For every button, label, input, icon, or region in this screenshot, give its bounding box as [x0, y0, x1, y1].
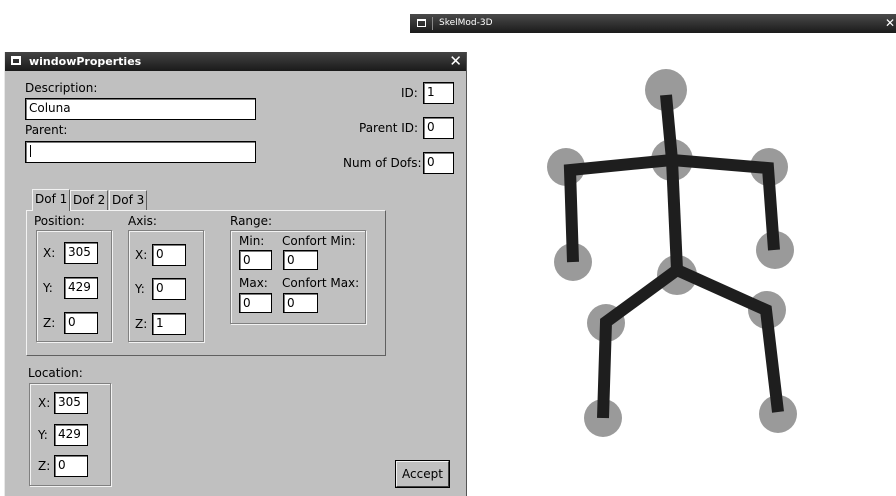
position-x-field[interactable]: 305 — [64, 242, 98, 264]
accept-button[interactable]: Accept — [396, 461, 449, 487]
parent-field[interactable] — [25, 141, 256, 163]
location-group: X: 305 Y: 429 Z: 0 — [29, 383, 111, 486]
position-y-label: Y: — [43, 281, 53, 295]
location-z-field[interactable]: 0 — [54, 455, 88, 477]
position-y-field[interactable]: 429 — [64, 277, 98, 299]
location-x-field[interactable]: 305 — [54, 392, 88, 414]
id-field[interactable]: 1 — [423, 82, 454, 104]
titlebar-separator — [432, 17, 433, 30]
bone-spine[interactable] — [666, 159, 683, 271]
axis-y-field[interactable]: 0 — [152, 278, 186, 300]
bone-left-arm[interactable] — [563, 154, 673, 263]
position-z-label: Z: — [43, 316, 56, 330]
tab-dof-1[interactable]: Dof 1 — [32, 189, 71, 211]
bone-left-leg[interactable] — [597, 265, 681, 419]
axis-group: X: 0 Y: 0 Z: 1 — [128, 230, 204, 342]
window-menu-icon[interactable] — [417, 19, 426, 27]
range-confort-max-field[interactable]: 0 — [283, 293, 318, 313]
axis-z-label: Z: — [135, 317, 148, 331]
bones — [563, 94, 784, 419]
parent-id-field[interactable]: 0 — [423, 117, 454, 139]
tab-dof-2[interactable]: Dof 2 — [70, 190, 109, 210]
bone-right-leg[interactable] — [674, 264, 784, 413]
id-label: ID: — [401, 86, 418, 100]
position-z-field[interactable]: 0 — [64, 312, 98, 334]
range-max-label: Max: — [239, 276, 268, 290]
position-x-label: X: — [43, 246, 56, 260]
position-label: Position: — [34, 214, 85, 228]
range-label: Range: — [230, 214, 273, 228]
description-label: Description: — [25, 81, 98, 95]
num-dofs-label: Num of Dofs: — [343, 156, 422, 170]
position-group: X: 305 Y: 429 Z: 0 — [36, 230, 112, 342]
axis-z-field[interactable]: 1 — [152, 313, 186, 335]
description-field[interactable]: Coluna — [25, 98, 256, 120]
dof-tab-panel: Position: X: 305 Y: 429 Z: 0 Axis: X: 0 … — [26, 210, 386, 356]
skelmod-title: SkelMod-3D — [439, 18, 493, 28]
range-min-label: Min: — [239, 234, 265, 248]
properties-titlebar[interactable]: windowProperties ✕ — [5, 52, 466, 71]
axis-y-label: Y: — [135, 282, 145, 296]
properties-title: windowProperties — [29, 55, 142, 68]
num-dofs-field[interactable]: 0 — [423, 152, 454, 174]
range-confort-max-label: Confort Max: — [282, 276, 360, 290]
range-confort-min-label: Confort Min: — [282, 234, 356, 248]
location-x-label: X: — [38, 396, 51, 410]
skelmod-titlebar[interactable]: SkelMod-3D ✕ — [410, 14, 896, 33]
axis-x-label: X: — [135, 248, 148, 262]
location-y-field[interactable]: 429 — [54, 424, 88, 446]
text-cursor — [30, 145, 31, 157]
skeleton-viewport[interactable] — [490, 40, 896, 496]
location-label: Location: — [28, 366, 83, 380]
close-icon[interactable]: ✕ — [449, 52, 462, 71]
location-y-label: Y: — [38, 428, 48, 442]
window-menu-icon[interactable] — [11, 56, 21, 65]
properties-window: windowProperties ✕ Description: Coluna P… — [4, 52, 467, 496]
parent-label: Parent: — [25, 123, 68, 137]
range-confort-min-field[interactable]: 0 — [283, 250, 318, 270]
location-z-label: Z: — [38, 459, 51, 473]
close-icon[interactable]: ✕ — [885, 14, 895, 33]
axis-label: Axis: — [128, 214, 157, 228]
range-min-field[interactable]: 0 — [239, 250, 272, 270]
tab-dof-3[interactable]: Dof 3 — [109, 190, 148, 210]
range-group: Min: Confort Min: 0 0 Max: Confort Max: … — [230, 230, 366, 324]
axis-x-field[interactable]: 0 — [152, 244, 186, 266]
range-max-field[interactable]: 0 — [239, 293, 272, 313]
bone-neck-head[interactable] — [660, 94, 678, 161]
parent-id-label: Parent ID: — [359, 121, 419, 135]
